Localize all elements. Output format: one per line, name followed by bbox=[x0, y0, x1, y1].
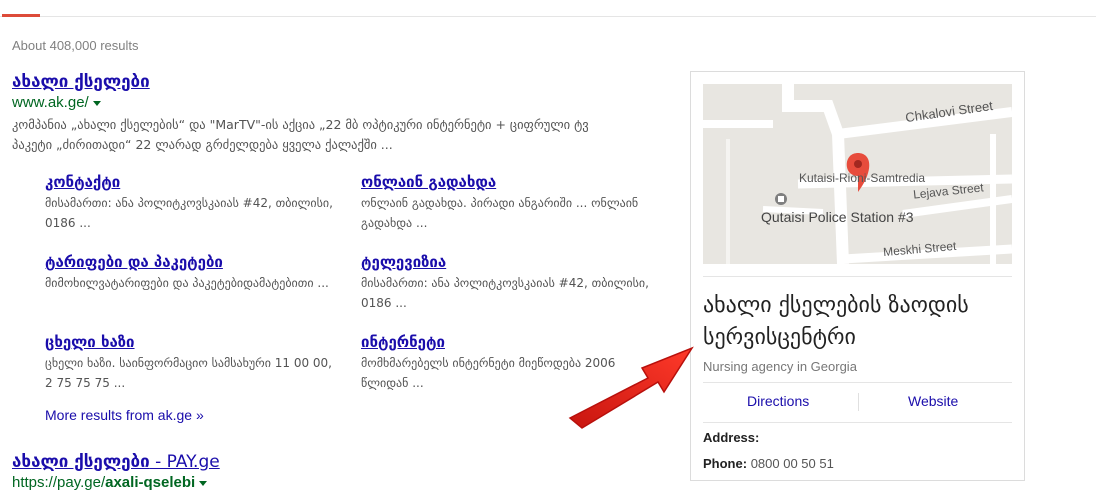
url-dropdown-icon[interactable] bbox=[92, 100, 101, 106]
button-separator bbox=[858, 393, 859, 411]
active-tab-indicator bbox=[2, 14, 40, 17]
red-arrow-icon bbox=[568, 346, 694, 429]
sitelink-title[interactable]: ტელევიზია bbox=[361, 253, 651, 271]
panel-divider bbox=[703, 422, 1012, 423]
sitelink: ტელევიზია მისამართი: ანა პოლიტკოვსკაიას … bbox=[361, 253, 651, 313]
sitelink: კონტაქტი მისამართი: ანა პოლიტკოვსკაიას #… bbox=[45, 173, 335, 233]
website-button[interactable]: Website bbox=[908, 393, 958, 409]
url-dropdown-icon[interactable] bbox=[199, 480, 208, 486]
top-divider bbox=[0, 16, 1096, 17]
panel-divider bbox=[703, 382, 1012, 383]
sitelink: ტარიფები და პაკეტები მიმოხილვატარიფები დ… bbox=[45, 253, 335, 293]
result-snippet: კომპანია „ახალი ქსელების“ და "MarTV"-ის … bbox=[12, 117, 589, 152]
address-row: Address: bbox=[703, 430, 760, 445]
sitelink-desc: ონლაინ გადახდა. პირადი ანგარიში ... ონლა… bbox=[361, 196, 639, 230]
phone-row: Phone: 0800 00 50 51 bbox=[703, 456, 834, 471]
sitelink-desc: მიმოხილვატარიფები და პაკეტებიდამატებითი … bbox=[45, 276, 329, 290]
sitelink-title[interactable]: ონლაინ გადახდა bbox=[361, 173, 651, 191]
sitelink-title[interactable]: კონტაქტი bbox=[45, 173, 335, 191]
sitelink-desc: ცხელი ხაზი. საინფორმაციო სამსახური 11 00… bbox=[45, 356, 332, 390]
sitelink-desc: მისამართი: ანა პოლიტკოვსკაიას #42, თბილი… bbox=[45, 196, 333, 230]
sitelink-title[interactable]: ტარიფები და პაკეტები bbox=[45, 253, 335, 271]
sitelink-title[interactable]: ცხელი ხაზი bbox=[45, 333, 335, 351]
more-results-link[interactable]: More results from ak.ge » bbox=[45, 407, 204, 423]
search-result: ახალი ქსელები www.ak.ge/ კომპანია „ახალი… bbox=[12, 72, 632, 155]
panel-subtitle: Nursing agency in Georgia bbox=[703, 359, 857, 374]
sitelink: ონლაინ გადახდა ონლაინ გადახდა. პირადი ან… bbox=[361, 173, 651, 233]
knowledge-panel: Chkalovi Street Kutaisi-Rioni-Samtredia … bbox=[690, 71, 1025, 481]
sitelink-desc: მისამართი: ანა პოლიტკოვსკაიას #42, თბილი… bbox=[361, 276, 649, 310]
sitelink: ცხელი ხაზი ცხელი ხაზი. საინფორმაციო სამს… bbox=[45, 333, 335, 393]
directions-button[interactable]: Directions bbox=[747, 393, 809, 409]
search-result: ახალი ქსელები - PAY.ge https://pay.ge/ax… bbox=[12, 452, 220, 491]
map-thumbnail[interactable]: Chkalovi Street Kutaisi-Rioni-Samtredia … bbox=[703, 84, 1012, 264]
result-title-link[interactable]: ახალი ქსელები - PAY.ge bbox=[12, 452, 220, 472]
panel-title: ახალი ქსელების ზაოდის სერვისცენტრი bbox=[703, 293, 969, 350]
panel-divider bbox=[703, 276, 1012, 277]
result-url: www.ak.ge/ bbox=[12, 94, 632, 111]
result-url: https://pay.ge/axali-qselebi bbox=[12, 474, 220, 491]
result-title-link[interactable]: ახალი ქსელები bbox=[12, 72, 632, 92]
map-poi-label: Qutaisi Police Station #3 bbox=[761, 209, 914, 225]
result-stats: About 408,000 results bbox=[12, 38, 139, 53]
map-street-label: Kutaisi-Rioni-Samtredia bbox=[799, 171, 926, 185]
phone-link[interactable]: 0800 00 50 51 bbox=[751, 456, 834, 471]
